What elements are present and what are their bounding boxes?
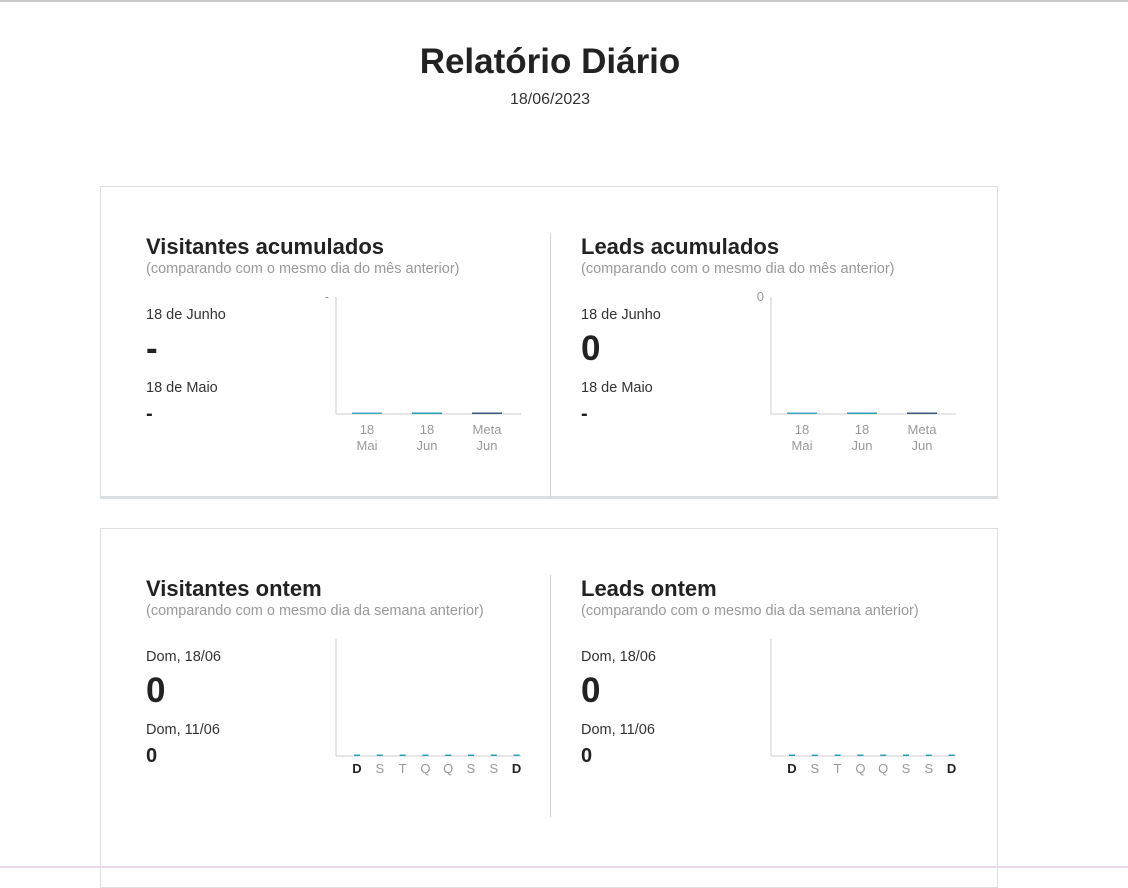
bar — [352, 412, 382, 414]
x-tick-label: S — [489, 761, 498, 776]
panel-subtitle: (comparando com o mesmo dia do mês anter… — [581, 261, 895, 277]
current-period-value: - — [146, 329, 158, 368]
bar — [903, 754, 909, 756]
bar — [907, 412, 937, 414]
previous-period-value: 0 — [581, 745, 593, 767]
report-date: 18/06/2023 — [509, 91, 591, 108]
current-period-label: Dom, 18/06 — [581, 649, 656, 665]
x-tick-label: S — [810, 761, 819, 776]
current-period-value: 0 — [581, 671, 601, 710]
top-border — [0, 0, 1128, 2]
current-period-value: 0 — [146, 671, 166, 710]
x-tick-label: Mai — [792, 438, 813, 453]
panel-title: Visitantes ontem — [146, 576, 322, 601]
bar — [472, 412, 502, 414]
panel-title: Visitantes acumulados — [146, 234, 385, 259]
previous-period-value: - — [146, 403, 153, 425]
bar — [811, 754, 818, 756]
current-period-label: Dom, 18/06 — [146, 649, 221, 665]
leads-yesterday-panel: Leads ontem (comparando com o mesmo dia … — [536, 529, 985, 887]
x-tick-label: S — [902, 761, 911, 776]
bar — [857, 754, 864, 756]
bar — [490, 754, 497, 756]
x-tick-label: D — [512, 761, 521, 776]
accumulated-card: Visitantes acumulados (comparando com o … — [100, 186, 998, 499]
chart-svg: DSTQQSSD — [335, 639, 521, 776]
previous-period-value: 0 — [146, 745, 158, 767]
visitors-yesterday-chart: DSTQQSSD — [301, 639, 521, 809]
previous-period-label: 18 de Maio — [581, 380, 653, 396]
x-tick-label: S — [924, 761, 933, 776]
bar — [399, 754, 406, 756]
x-tick-label: 18 — [420, 422, 434, 437]
x-tick-label: Q — [878, 761, 888, 776]
x-tick-label: Q — [420, 761, 430, 776]
bar — [787, 412, 817, 414]
bar — [948, 754, 955, 756]
x-tick-label: S — [375, 761, 384, 776]
x-tick-label: Jun — [912, 438, 933, 453]
visitors-yesterday-panel: Visitantes ontem (comparando com o mesmo… — [101, 529, 550, 887]
y-max-tick-label: - — [324, 289, 329, 304]
x-tick-label: S — [467, 761, 476, 776]
panel-subtitle: (comparando com o mesmo dia da semana an… — [146, 603, 484, 619]
bar — [354, 754, 360, 756]
bar — [412, 412, 442, 414]
bar — [376, 754, 383, 756]
x-tick-label: Jun — [852, 438, 873, 453]
leads-yesterday-chart: DSTQQSSD — [736, 639, 956, 809]
x-tick-label: 18 — [855, 422, 869, 437]
x-tick-label: T — [399, 761, 407, 776]
x-tick-label: Meta — [473, 422, 503, 437]
x-tick-label: Q — [855, 761, 865, 776]
yesterday-card: Visitantes ontem (comparando com o mesmo… — [100, 528, 998, 888]
x-tick-label: Jun — [417, 438, 438, 453]
chart-svg: DSTQQSSD — [770, 639, 956, 776]
chart-svg: 18Mai18JunMetaJun — [770, 297, 956, 453]
previous-period-value: - — [581, 403, 588, 425]
panel-title: Leads acumulados — [581, 234, 780, 259]
leads-accumulated-panel: Leads acumulados (comparando com o mesmo… — [536, 187, 985, 496]
leads-accumulated-chart: 18 Mai 18 Jun Meta Jun 0 — [736, 289, 956, 467]
x-tick-label: 18 — [360, 422, 374, 437]
panel-subtitle: (comparando com o mesmo dia da semana an… — [581, 603, 919, 619]
chart-svg: 18Mai18JunMetaJun — [335, 297, 521, 453]
x-tick-label: D — [947, 761, 956, 776]
current-period-label: 18 de Junho — [581, 307, 661, 323]
current-period-label: 18 de Junho — [146, 307, 226, 323]
x-tick-label: Q — [443, 761, 453, 776]
visitors-accumulated-panel: Visitantes acumulados (comparando com o … — [101, 187, 550, 496]
bar — [834, 754, 841, 756]
report-title: Relatório Diário — [419, 42, 681, 81]
bar — [468, 754, 474, 756]
visitors-accumulated-chart: 18 Mai 18 Jun Meta Jun - — [301, 289, 521, 467]
previous-period-label: Dom, 11/06 — [581, 722, 655, 738]
x-tick-label: D — [787, 761, 796, 776]
x-tick-label: Mai — [357, 438, 378, 453]
bar — [925, 754, 932, 756]
bar — [880, 754, 887, 756]
bar — [847, 412, 877, 414]
y-max-tick-label: 0 — [756, 289, 764, 304]
panel-subtitle: (comparando com o mesmo dia do mês anter… — [146, 261, 460, 277]
bar — [789, 754, 795, 756]
previous-period-label: 18 de Maio — [146, 380, 218, 396]
x-tick-label: 18 — [795, 422, 809, 437]
x-tick-label: D — [352, 761, 361, 776]
previous-period-label: Dom, 11/06 — [146, 722, 220, 738]
panel-title: Leads ontem — [581, 576, 717, 601]
bar — [422, 754, 429, 756]
x-tick-label: Meta — [908, 422, 938, 437]
bar — [445, 754, 452, 756]
current-period-value: 0 — [581, 329, 601, 368]
bar — [513, 754, 520, 756]
x-tick-label: T — [834, 761, 842, 776]
x-tick-label: Jun — [477, 438, 498, 453]
